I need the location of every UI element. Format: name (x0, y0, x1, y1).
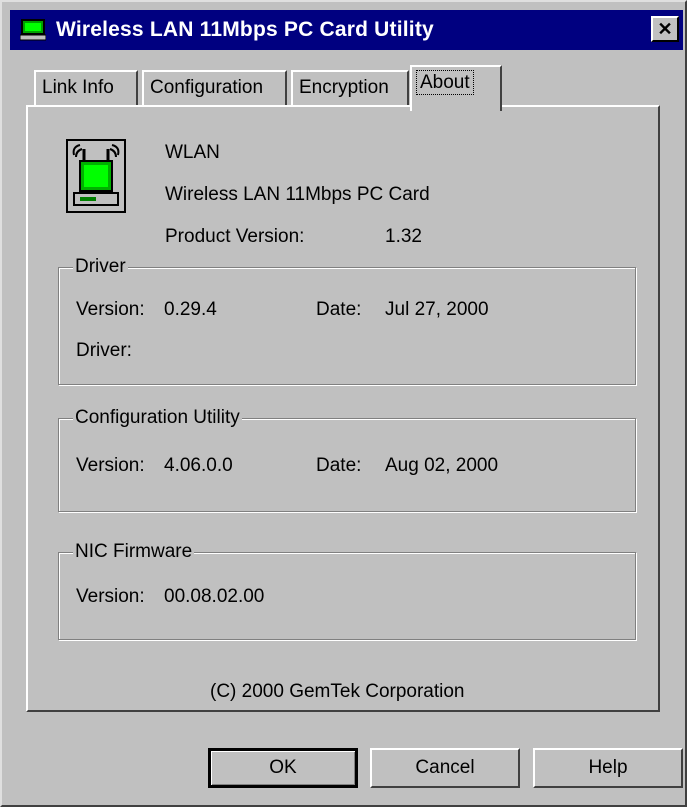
product-description: Wireless LAN 11Mbps PC Card (165, 184, 430, 205)
config-version-value: 4.06.0.0 (164, 455, 233, 476)
title-bar[interactable]: Wireless LAN 11Mbps PC Card Utility ✕ (10, 10, 683, 50)
product-version-value: 1.32 (385, 226, 422, 247)
nic-firmware-legend: NIC Firmware (73, 541, 195, 563)
driver-date-value: Jul 27, 2000 (385, 299, 489, 320)
help-button[interactable]: Help (533, 748, 683, 788)
product-version-label: Product Version: (165, 226, 305, 247)
close-icon: ✕ (657, 19, 673, 39)
tab-configuration[interactable]: Configuration (142, 70, 287, 106)
copyright-text: (C) 2000 GemTek Corporation (210, 681, 465, 702)
driver-driver-label: Driver: (76, 340, 132, 361)
tab-encryption[interactable]: Encryption (291, 70, 409, 106)
config-utility-legend: Configuration Utility (73, 407, 242, 429)
ok-button[interactable]: OK (208, 748, 358, 788)
driver-version-label: Version: (76, 299, 145, 320)
config-date-value: Aug 02, 2000 (385, 455, 499, 476)
tab-about[interactable]: About (410, 65, 502, 111)
product-name: WLAN (165, 142, 220, 163)
driver-version-value: 0.29.4 (164, 299, 217, 320)
nic-firmware-group: NIC Firmware (58, 541, 636, 640)
utility-window: Wireless LAN 11Mbps PC Card Utility ✕ Li… (0, 0, 687, 807)
driver-date-label: Date: (316, 299, 362, 320)
tab-configuration-label: Configuration (150, 77, 264, 98)
nic-version-label: Version: (76, 586, 145, 607)
help-button-label: Help (588, 757, 628, 778)
driver-group: Driver (58, 256, 636, 385)
tab-about-label: About (416, 70, 474, 95)
cancel-button-label: Cancel (415, 757, 475, 778)
config-date-label: Date: (316, 455, 362, 476)
cancel-button[interactable]: Cancel (370, 748, 520, 788)
tab-link-info[interactable]: Link Info (34, 70, 138, 106)
app-icon (20, 19, 46, 41)
window-title: Wireless LAN 11Mbps PC Card Utility (56, 18, 434, 41)
nic-version-value: 00.08.02.00 (164, 586, 265, 607)
wlan-card-icon (66, 139, 126, 213)
config-version-label: Version: (76, 455, 145, 476)
close-button[interactable]: ✕ (651, 16, 679, 42)
driver-legend: Driver (73, 256, 128, 278)
ok-button-label: OK (269, 757, 297, 778)
tab-encryption-label: Encryption (299, 77, 389, 98)
tab-link-info-label: Link Info (42, 77, 114, 98)
